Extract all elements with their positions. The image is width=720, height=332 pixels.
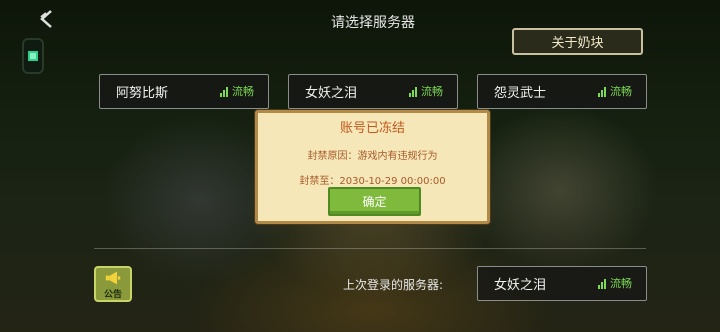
signal-icon bbox=[598, 279, 606, 289]
server-option-anubis[interactable]: 阿努比斯 流畅 bbox=[99, 74, 269, 109]
megaphone-icon bbox=[105, 271, 121, 285]
server-name: 女妖之泪 bbox=[494, 278, 547, 293]
server-option-wraith-warrior[interactable]: 怨灵武士 流畅 bbox=[477, 74, 647, 109]
divider bbox=[94, 248, 646, 249]
account-frozen-dialog: 账号已冻结 封禁原因：游戏内有违规行为 封禁至：2030-10-29 00:00… bbox=[255, 110, 490, 224]
signal-icon bbox=[409, 87, 417, 97]
announcement-button[interactable]: 公告 bbox=[94, 266, 132, 302]
last-login-label: 上次登录的服务器: bbox=[343, 278, 444, 292]
server-name: 女妖之泪 bbox=[305, 86, 358, 101]
signal-icon bbox=[598, 87, 606, 97]
announcement-label: 公告 bbox=[103, 290, 122, 300]
ban-reason: 封禁原因：游戏内有违规行为 bbox=[307, 151, 438, 162]
dialog-title: 账号已冻结 bbox=[339, 121, 405, 136]
last-server-button[interactable]: 女妖之泪 流畅 bbox=[477, 266, 647, 301]
server-status: 流畅 bbox=[421, 85, 443, 98]
server-name: 怨灵武士 bbox=[494, 86, 547, 101]
confirm-button[interactable]: 确定 bbox=[328, 187, 421, 216]
server-status: 流畅 bbox=[610, 85, 632, 98]
server-option-banshee-tears[interactable]: 女妖之泪 流畅 bbox=[288, 74, 458, 109]
server-name: 阿努比斯 bbox=[116, 86, 169, 101]
gem-icon bbox=[28, 51, 38, 61]
server-status: 流畅 bbox=[232, 85, 254, 98]
about-button[interactable]: 关于奶块 bbox=[512, 28, 643, 55]
server-status: 流畅 bbox=[610, 277, 632, 290]
ban-until: 封禁至：2030-10-29 00:00:00 bbox=[299, 176, 446, 187]
signal-icon bbox=[220, 87, 228, 97]
side-menu-tab[interactable] bbox=[22, 38, 44, 74]
